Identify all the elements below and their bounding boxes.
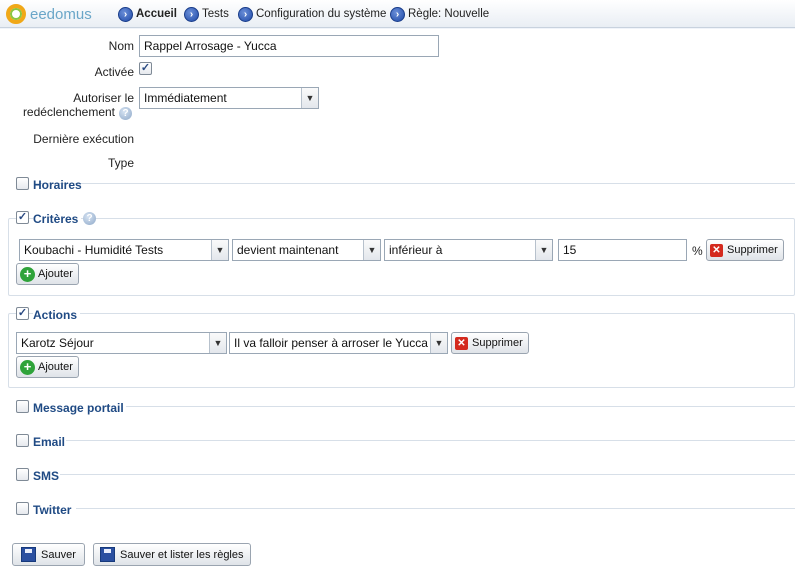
criteria-value-input[interactable]: 15 [558, 239, 687, 261]
type-label: Type [107, 156, 134, 170]
plus-icon: + [20, 266, 35, 282]
action-message-select[interactable]: Il va falloir penser à arroser le Yucca … [229, 332, 448, 354]
top-nav-bar: eedomus › Accueil › Tests › Configuratio… [0, 0, 795, 28]
actions-checkbox[interactable]: ✓ [16, 307, 29, 320]
nav-tests[interactable]: › Tests [184, 5, 229, 23]
twitter-checkbox[interactable] [16, 502, 29, 515]
email-checkbox[interactable] [16, 434, 29, 447]
section-divider [76, 508, 795, 509]
retrigger-select-value: Immédiatement [144, 91, 227, 105]
save-button[interactable]: Sauver [12, 543, 85, 566]
sms-checkbox[interactable] [16, 468, 29, 481]
criteria-operator-select[interactable]: inférieur à ▼ [384, 239, 553, 261]
message-portail-checkbox[interactable] [16, 400, 29, 413]
nav-regle-nouvelle[interactable]: › Règle: Nouvelle [390, 5, 489, 23]
criteres-checkbox[interactable]: ✓ [16, 211, 29, 224]
criteria-delete-button[interactable]: ✕ Supprimer [706, 239, 784, 261]
arrow-right-icon: › [390, 6, 405, 22]
unit-label: % [692, 244, 703, 258]
criteria-condition-value: devient maintenant [237, 243, 339, 257]
email-title: Email [33, 435, 66, 449]
nav-accueil[interactable]: › Accueil [118, 5, 177, 23]
criteres-title: Critères [33, 212, 82, 226]
close-icon: ✕ [455, 336, 468, 350]
floppy-disk-icon [21, 547, 36, 562]
sms-title: SMS [33, 469, 60, 483]
action-device-select[interactable]: Karotz Séjour ▼ [16, 332, 227, 354]
section-divider [126, 406, 795, 407]
delete-label: Supprimer [727, 244, 778, 256]
action-device-value: Karotz Séjour [21, 336, 94, 350]
add-label: Ajouter [38, 268, 73, 280]
close-icon: ✕ [710, 243, 723, 257]
horaires-title: Horaires [33, 178, 82, 192]
nav-label: Tests [202, 8, 229, 20]
section-divider [34, 183, 795, 184]
criteria-condition-select[interactable]: devient maintenant ▼ [232, 239, 381, 261]
twitter-title: Twitter [33, 503, 72, 517]
save-and-list-button[interactable]: Sauver et lister les règles [93, 543, 251, 566]
delete-label: Supprimer [472, 337, 523, 349]
nav-configuration[interactable]: › Configuration du système [238, 5, 386, 23]
criteria-device-select[interactable]: Koubachi - Humidité Tests ▼ [19, 239, 229, 261]
criteria-operator-value: inférieur à [389, 243, 443, 257]
name-input[interactable]: Rappel Arrosage - Yucca [139, 35, 439, 57]
active-checkbox[interactable]: ✓ [139, 62, 152, 75]
chevron-down-icon: ▼ [430, 333, 447, 353]
nav-label: Règle: Nouvelle [408, 8, 490, 20]
save-label: Sauver [41, 548, 76, 561]
arrow-right-icon: › [238, 6, 253, 22]
help-icon[interactable]: ? [119, 107, 132, 120]
section-divider [66, 440, 795, 441]
save-list-label: Sauver et lister les règles [120, 548, 244, 561]
floppy-disk-icon [100, 547, 115, 562]
chevron-down-icon: ▼ [211, 240, 228, 260]
action-add-button[interactable]: + Ajouter [16, 356, 79, 378]
chevron-down-icon: ▼ [535, 240, 552, 260]
action-message-value: Il va falloir penser à arroser le Yucca [234, 336, 428, 350]
criteria-add-button[interactable]: + Ajouter [16, 263, 79, 285]
active-label: Activée [94, 65, 134, 79]
logo-ring-icon [6, 4, 26, 24]
nav-label: Accueil [136, 8, 177, 20]
arrow-right-icon: › [184, 6, 199, 22]
name-label: Nom [108, 39, 134, 53]
section-divider [60, 474, 795, 475]
arrow-right-icon: › [118, 6, 133, 22]
eedomus-logo[interactable]: eedomus [6, 3, 92, 25]
horaires-checkbox[interactable] [16, 177, 29, 190]
chevron-down-icon: ▼ [363, 240, 380, 260]
help-icon[interactable]: ? [83, 212, 96, 225]
message-portail-title: Message portail [33, 401, 124, 415]
add-label: Ajouter [38, 361, 73, 373]
action-delete-button[interactable]: ✕ Supprimer [451, 332, 529, 354]
logo-text: eedomus [30, 5, 92, 23]
retrigger-label-line2: redéclenchement [22, 105, 115, 119]
last-exec-label: Dernière exécution [33, 132, 134, 146]
retrigger-select[interactable]: Immédiatement ▼ [139, 87, 319, 109]
retrigger-label-line1: Autoriser le [73, 91, 134, 105]
plus-icon: + [20, 359, 35, 375]
chevron-down-icon: ▼ [301, 88, 318, 108]
criteria-device-value: Koubachi - Humidité Tests [24, 243, 164, 257]
nav-label: Configuration du système [256, 8, 387, 20]
chevron-down-icon: ▼ [209, 333, 226, 353]
actions-title: Actions [33, 308, 81, 322]
